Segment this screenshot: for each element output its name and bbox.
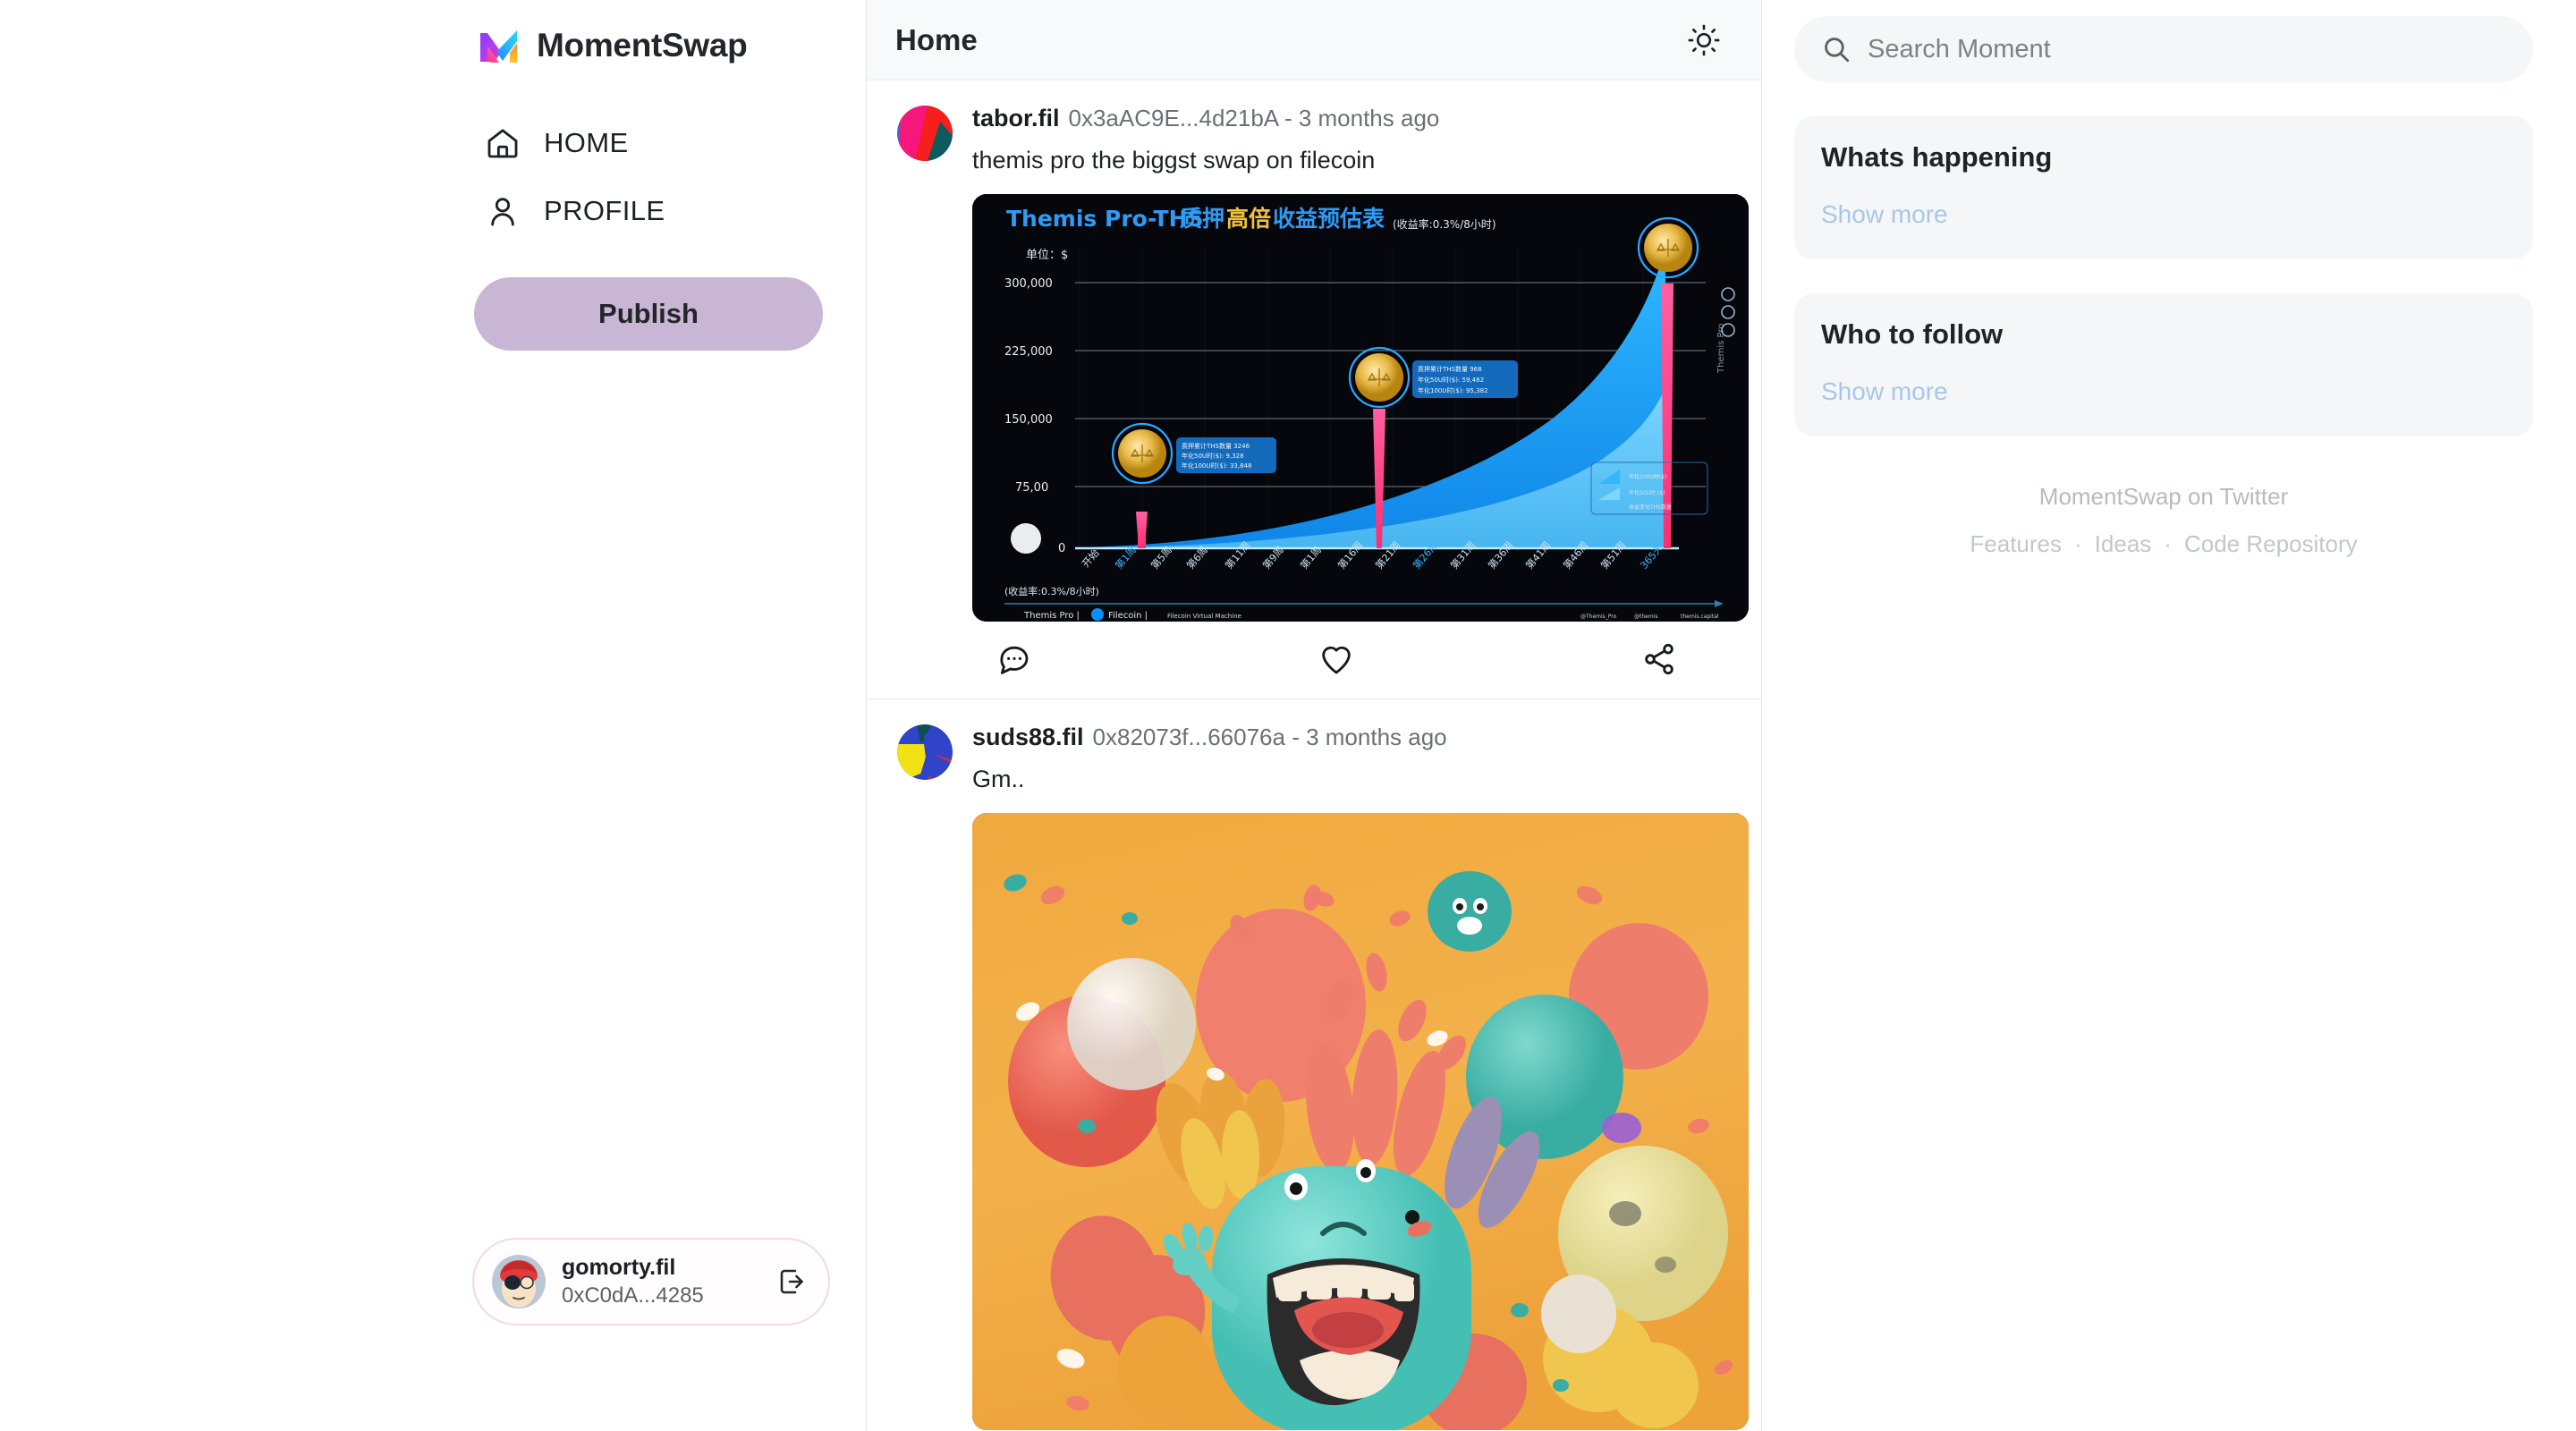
sidebar-item-profile-label: PROFILE: [544, 195, 665, 226]
like-button[interactable]: [1318, 641, 1354, 677]
search-input[interactable]: [1868, 34, 2506, 64]
svg-text:年化100U时($): 年化100U时($): [1629, 473, 1666, 480]
show-more-link[interactable]: Show more: [1821, 377, 1948, 406]
post-header: suds88.fil 0x82073f...66076a - 3 months …: [972, 723, 1731, 751]
show-more-link[interactable]: Show more: [1821, 200, 1948, 229]
page-title: Home: [895, 22, 978, 56]
app-root: MomentSwap HOME PROFILE Publish gomorty.…: [0, 0, 2576, 1431]
comment-icon: [1000, 646, 1029, 674]
heart-icon: [1322, 646, 1351, 674]
brand-logo-block[interactable]: MomentSwap: [472, 16, 830, 75]
svg-text:年化50U时($): 9,328: 年化50U时($): 9,328: [1182, 452, 1244, 460]
nav-list: HOME PROFILE: [472, 114, 830, 240]
post-media-artwork[interactable]: [972, 812, 1749, 1430]
avatar-gomorty-icon: [492, 1255, 546, 1308]
post-address: 0x3aAC9E...4d21bA: [1068, 105, 1278, 131]
avatar-tabor-icon: [897, 106, 953, 161]
user-meta: gomorty.fil 0xC0dA...4285: [562, 1255, 760, 1308]
avatar[interactable]: [897, 724, 953, 780]
post-address: 0x82073f...66076a: [1092, 723, 1285, 750]
coin-marker-3: [1637, 216, 1699, 278]
footer-links: Features · Ideas · Code Repository: [1794, 530, 2533, 558]
post-time: - 3 months ago: [1284, 105, 1440, 131]
svg-text:年化100U时($): 95,382: 年化100U时($): 95,382: [1418, 386, 1487, 394]
svg-text:年化50U时($): 59,482: 年化50U时($): 59,482: [1418, 376, 1484, 384]
svg-text:质押: 质押: [1180, 206, 1224, 232]
svg-text:Filecoin Virtual Machine: Filecoin Virtual Machine: [1167, 613, 1241, 620]
panel-who-to-follow: Who to follow Show more: [1794, 293, 2533, 436]
post-action-bar: [897, 622, 1731, 699]
svg-text:@Themis_Pro: @Themis_Pro: [1580, 614, 1617, 620]
footer-separator: ·: [2074, 530, 2082, 557]
panel-title: Whats happening: [1821, 141, 2053, 173]
svg-text:225,000: 225,000: [1004, 345, 1053, 359]
avatar-suds88-icon: [897, 724, 953, 780]
svg-text:年化50U时 ($): 年化50U时 ($): [1629, 489, 1665, 496]
footer-twitter-link[interactable]: MomentSwap on Twitter: [1794, 483, 2533, 511]
post-address-time: 0x3aAC9E...4d21bA - 3 months ago: [1069, 105, 1440, 132]
svg-text:质押累计THS数量 968: 质押累计THS数量 968: [1418, 365, 1482, 373]
sidebar-item-profile[interactable]: PROFILE: [472, 182, 677, 240]
sidebar-footer: MomentSwap on Twitter Features · Ideas ·…: [1794, 483, 2533, 558]
publish-button[interactable]: Publish: [474, 277, 823, 351]
right-sidebar: Whats happening Show more Who to follow …: [1762, 0, 2576, 1431]
footer-link-code-repository[interactable]: Code Repository: [2184, 530, 2358, 558]
footer-link-ideas[interactable]: Ideas: [2095, 530, 2152, 558]
left-sidebar: MomentSwap HOME PROFILE Publish gomorty.…: [0, 0, 866, 1431]
user-address: 0xC0dA...4285: [562, 1283, 704, 1308]
post-text: Gm..: [972, 766, 1025, 793]
post-author[interactable]: suds88.fil: [972, 723, 1084, 751]
momentswap-logo-icon: [480, 30, 517, 63]
svg-text:收益变化THS数量: 收益变化THS数量: [1629, 504, 1672, 511]
svg-text:@themis: @themis: [1634, 614, 1657, 620]
post-time: - 3 months ago: [1292, 723, 1447, 750]
svg-text:年化100U时($): 33,848: 年化100U时($): 33,848: [1182, 461, 1251, 470]
search-box[interactable]: [1794, 16, 2533, 82]
post-author[interactable]: tabor.fil: [972, 104, 1060, 132]
svg-text:75,00: 75,00: [1015, 481, 1048, 495]
svg-text:0: 0: [1058, 542, 1065, 555]
post-item: tabor.fil 0x3aAC9E...4d21bA - 3 months a…: [867, 80, 1761, 699]
svg-text:(收益率:0.3%/8小时): (收益率:0.3%/8小时): [1004, 585, 1099, 597]
post-item: suds88.fil 0x82073f...66076a - 3 months …: [867, 698, 1761, 1430]
footer-separator: ·: [2164, 530, 2172, 557]
footer-link-features[interactable]: Features: [1970, 530, 2062, 558]
sun-icon[interactable]: [1686, 22, 1722, 58]
svg-text:150,000: 150,000: [1004, 413, 1053, 427]
user-account-card[interactable]: gomorty.fil 0xC0dA...4285: [472, 1238, 830, 1325]
svg-text:300,000: 300,000: [1004, 277, 1053, 291]
svg-text:themis.capital: themis.capital: [1681, 614, 1719, 620]
svg-text:收益预估表: 收益预估表: [1273, 206, 1385, 232]
svg-text:高倍: 高倍: [1226, 206, 1271, 232]
svg-text:Themis Pro-THS: Themis Pro-THS: [1006, 206, 1204, 232]
share-icon: [1645, 643, 1674, 674]
post-text: themis pro the biggst swap on filecoin: [972, 147, 1376, 174]
avatar: [492, 1255, 546, 1308]
comment-button[interactable]: [996, 641, 1031, 677]
share-button[interactable]: [1641, 641, 1677, 677]
brand-name: MomentSwap: [537, 27, 748, 64]
sidebar-item-home-label: HOME: [544, 127, 629, 158]
avatar[interactable]: [897, 106, 953, 161]
svg-text:单位：$: 单位：$: [1026, 249, 1068, 262]
search-icon: [1825, 38, 1850, 63]
person-icon: [491, 198, 514, 226]
user-name: gomorty.fil: [562, 1255, 676, 1281]
post-header: tabor.fil 0x3aAC9E...4d21bA - 3 months a…: [972, 104, 1731, 132]
themis-pro-staking-chart-image: Themis Pro-THS 质押 高倍 收益预估表 (收益率:0.3%/8小时…: [972, 193, 1749, 622]
svg-text:Themis Pro |: Themis Pro |: [1023, 611, 1080, 621]
svg-text:质押累计THS数量 3246: 质押累计THS数量 3246: [1182, 442, 1250, 450]
colorful-3d-creature-artwork-image: [972, 812, 1749, 1430]
feed-header: Home: [867, 0, 1761, 80]
feed-column: Home tabor.fil 0x3aAC9E...4d21bA - 3 mon…: [866, 0, 1762, 1431]
logout-icon[interactable]: [776, 1266, 809, 1298]
panel-title: Who to follow: [1821, 318, 2004, 350]
post-address-time: 0x82073f...66076a - 3 months ago: [1093, 724, 1447, 751]
post-media-chart[interactable]: Themis Pro-THS 质押 高倍 收益预估表 (收益率:0.3%/8小时…: [972, 193, 1749, 622]
sidebar-item-home[interactable]: HOME: [472, 114, 641, 172]
home-icon: [487, 129, 518, 158]
panel-whats-happening: Whats happening Show more: [1794, 116, 2533, 259]
svg-text:(收益率:0.3%/8小时): (收益率:0.3%/8小时): [1393, 217, 1496, 231]
svg-text:Filecoin |: Filecoin |: [1108, 611, 1148, 621]
